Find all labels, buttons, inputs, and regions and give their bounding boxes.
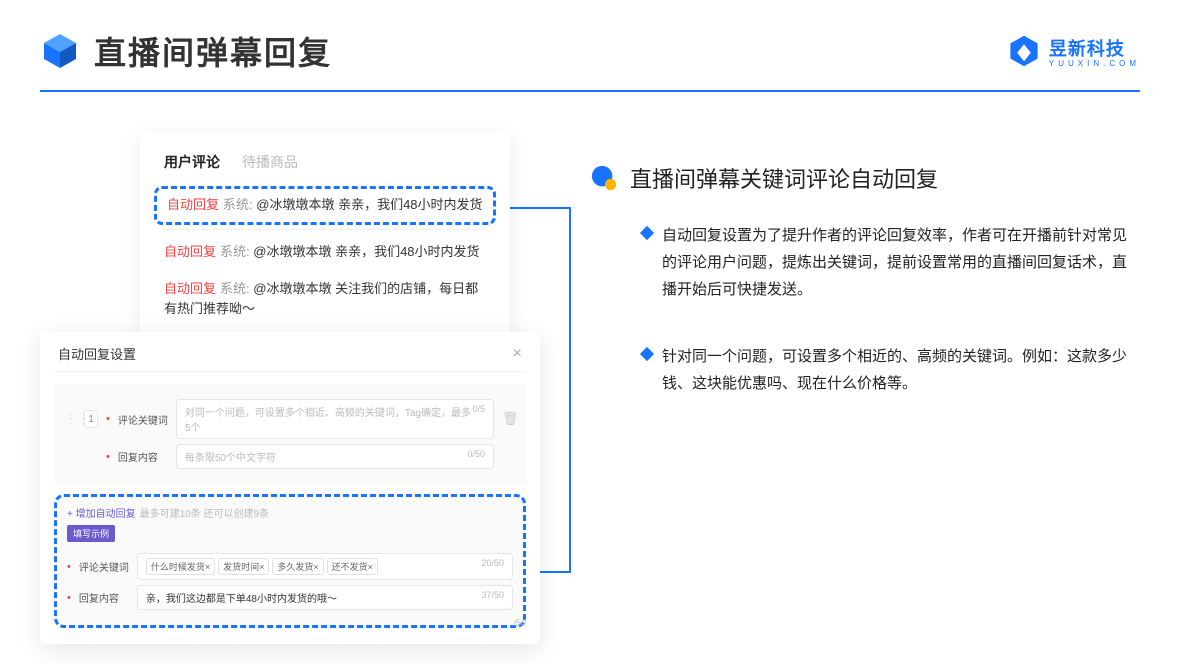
trash-icon[interactable]: 🗑 xyxy=(502,411,516,427)
add-link-muted: 最多可建10条 还可以创建9条 xyxy=(140,505,269,520)
example-kw-counter: 20/50 xyxy=(481,558,504,575)
keyword-counter: 0/5 xyxy=(472,404,485,434)
settings-card: 自动回复设置 × ⋮⋮ 1 • 评论关键词 对同一个问题，可设置多个相近、高频的… xyxy=(40,332,540,644)
auto-reply-badge: 自动回复 xyxy=(167,197,219,212)
brand-text-wrap: 昱新科技 YUUXIN.COM xyxy=(1049,35,1140,68)
stray-counter: /50 xyxy=(513,618,526,628)
tab-pending-products[interactable]: 待播商品 xyxy=(242,152,298,172)
left-column: 用户评论 待播商品 自动回复系统: @冰墩墩本墩 亲亲，我们48小时内发货 自动… xyxy=(40,132,550,644)
bubble-icon xyxy=(590,164,618,192)
example-reply-value: 亲，我们这边都是下单48小时内发货的哦～ xyxy=(146,590,337,605)
bullet-text: 针对同一个问题，可设置多个相近的、高频的关键词。例如：这款多少钱、这块能优惠吗、… xyxy=(662,343,1140,397)
example-kw-input[interactable]: 什么时候发货×发货时间×多久发货×还不发货× 20/50 xyxy=(137,553,513,580)
keyword-input[interactable]: 对同一个问题，可设置多个相近、高频的关键词，Tag确定，最多5个 0/5 xyxy=(176,399,494,439)
form-block: ⋮⋮ 1 • 评论关键词 对同一个问题，可设置多个相近、高频的关键词，Tag确定… xyxy=(54,384,526,484)
required-mark: • xyxy=(106,413,110,425)
row-number: 1 xyxy=(84,410,98,428)
example-reply-input[interactable]: 亲，我们这边都是下单48小时内发货的哦～ 37/50 xyxy=(137,585,513,610)
required-mark: • xyxy=(67,592,71,604)
tag[interactable]: 什么时候发货× xyxy=(146,558,215,575)
tag[interactable]: 多久发货× xyxy=(272,558,323,575)
bullet-item: 自动回复设置为了提升作者的评论回复效率，作者可在开播前针对常见的评论用户问题，提… xyxy=(642,222,1140,303)
auto-reply-badge: 自动回复 xyxy=(164,244,216,259)
reply-input[interactable]: 每条限50个中文字符 0/50 xyxy=(176,444,494,469)
bullet-text: 自动回复设置为了提升作者的评论回复效率，作者可在开播前针对常见的评论用户问题，提… xyxy=(662,222,1140,303)
example-reply-label: 回复内容 xyxy=(79,590,129,605)
bullet-item: 针对同一个问题，可设置多个相近的、高频的关键词。例如：这款多少钱、这块能优惠吗、… xyxy=(642,343,1140,397)
section-head: 直播间弹幕关键词评论自动回复 xyxy=(590,162,1140,194)
reply-placeholder: 每条限50个中文字符 xyxy=(185,449,276,464)
comment-text: @冰墩墩本墩 亲亲，我们48小时内发货 xyxy=(253,244,479,259)
example-kw-label: 评论关键词 xyxy=(79,559,129,574)
brand-name: 昱新科技 xyxy=(1049,35,1140,61)
tabs: 用户评论 待播商品 xyxy=(164,152,486,172)
diamond-icon xyxy=(640,347,654,361)
drag-handle-icon[interactable]: ⋮⋮ xyxy=(64,411,76,427)
page-title: 直播间弹幕回复 xyxy=(94,28,332,74)
cube-icon xyxy=(40,31,80,71)
tag[interactable]: 还不发货× xyxy=(327,558,378,575)
required-mark: • xyxy=(67,561,71,573)
keyword-label: 评论关键词 xyxy=(118,412,168,427)
tag[interactable]: 发货时间× xyxy=(218,558,269,575)
example-block: + 增加自动回复 最多可建10条 还可以创建9条 填写示例 • 评论关键词 什么… xyxy=(54,494,526,628)
example-row-reply: • 回复内容 亲，我们这边都是下单48小时内发货的哦～ 37/50 xyxy=(67,585,513,610)
settings-head: 自动回复设置 × xyxy=(54,344,526,372)
example-row-keyword: • 评论关键词 什么时候发货×发货时间×多久发货×还不发货× 20/50 xyxy=(67,553,513,580)
reply-counter: 0/50 xyxy=(467,449,485,464)
title-wrap: 直播间弹幕回复 xyxy=(40,28,332,74)
section-title: 直播间弹幕关键词评论自动回复 xyxy=(630,162,938,194)
right-column: 直播间弹幕关键词评论自动回复 自动回复设置为了提升作者的评论回复效率，作者可在开… xyxy=(590,132,1140,644)
required-mark: • xyxy=(106,451,110,463)
keyword-placeholder: 对同一个问题，可设置多个相近、高频的关键词，Tag确定，最多5个 xyxy=(185,404,473,434)
divider xyxy=(164,229,486,230)
comment-item: 自动回复系统: @冰墩墩本墩 关注我们的店铺，每日都有热门推荐呦～ xyxy=(164,271,486,329)
auto-reply-badge: 自动回复 xyxy=(164,281,216,296)
form-row-reply: • 回复内容 每条限50个中文字符 0/50 xyxy=(64,444,516,469)
bullets: 自动回复设置为了提升作者的评论回复效率，作者可在开播前针对常见的评论用户问题，提… xyxy=(590,222,1140,397)
comment-item-highlighted: 自动回复系统: @冰墩墩本墩 亲亲，我们48小时内发货 xyxy=(154,186,496,225)
settings-title: 自动回复设置 xyxy=(58,344,136,363)
system-label: 系统: xyxy=(223,197,253,212)
header: 直播间弹幕回复 昱新科技 YUUXIN.COM xyxy=(0,0,1180,82)
brand: 昱新科技 YUUXIN.COM xyxy=(1007,34,1140,68)
comment-item: 自动回复系统: @冰墩墩本墩 亲亲，我们48小时内发货 xyxy=(164,234,486,271)
example-reply-counter: 37/50 xyxy=(481,590,504,605)
example-tags: 什么时候发货×发货时间×多久发货×还不发货× xyxy=(146,558,381,575)
system-label: 系统: xyxy=(220,281,250,296)
brand-sub: YUUXIN.COM xyxy=(1049,59,1140,68)
form-row-keyword: ⋮⋮ 1 • 评论关键词 对同一个问题，可设置多个相近、高频的关键词，Tag确定… xyxy=(64,399,516,439)
comment-card: 用户评论 待播商品 自动回复系统: @冰墩墩本墩 亲亲，我们48小时内发货 自动… xyxy=(140,132,510,342)
add-auto-reply-link[interactable]: + 增加自动回复 最多可建10条 还可以创建9条 xyxy=(67,505,513,520)
diamond-icon xyxy=(640,226,654,240)
tab-user-comments[interactable]: 用户评论 xyxy=(164,152,220,172)
add-link-text: + 增加自动回复 xyxy=(67,505,136,520)
brand-logo-icon xyxy=(1007,34,1041,68)
content: 用户评论 待播商品 自动回复系统: @冰墩墩本墩 亲亲，我们48小时内发货 自动… xyxy=(0,92,1180,644)
comment-list: 自动回复系统: @冰墩墩本墩 亲亲，我们48小时内发货 自动回复系统: @冰墩墩… xyxy=(164,186,486,328)
example-badge: 填写示例 xyxy=(67,525,115,542)
system-label: 系统: xyxy=(220,244,250,259)
close-icon[interactable]: × xyxy=(513,345,522,363)
reply-label: 回复内容 xyxy=(118,449,168,464)
comment-text: @冰墩墩本墩 亲亲，我们48小时内发货 xyxy=(256,197,482,212)
